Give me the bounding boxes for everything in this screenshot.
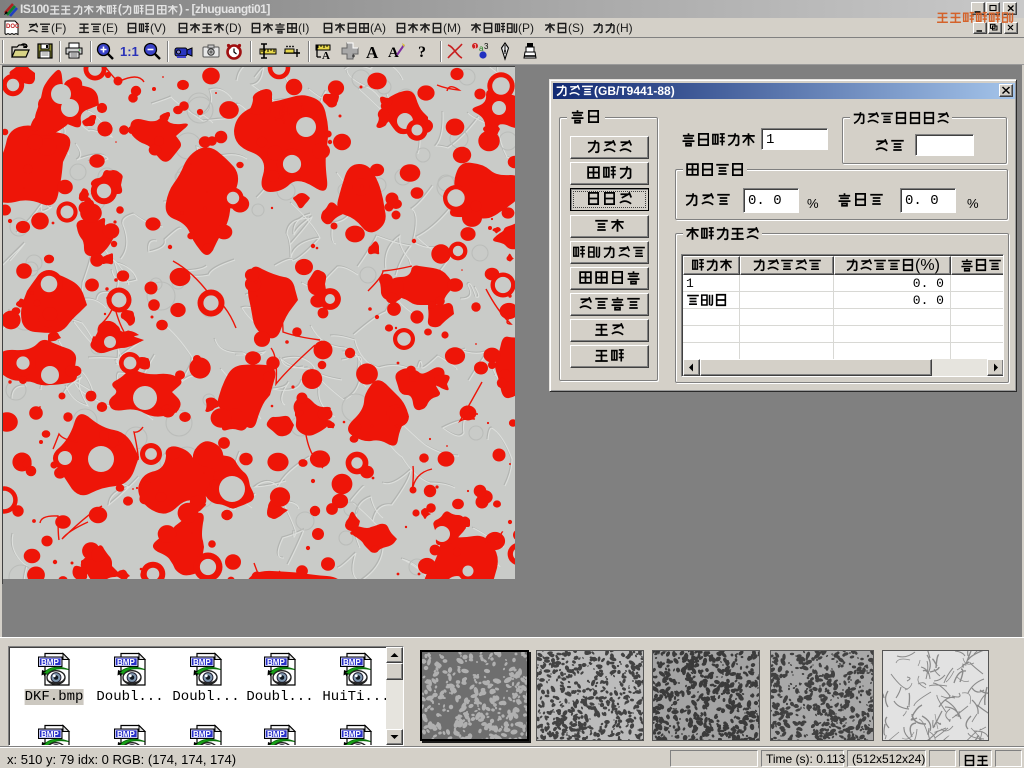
svg-text:BMP: BMP — [343, 658, 361, 667]
svg-text:BMP: BMP — [193, 730, 211, 739]
svg-text:?: ? — [418, 44, 426, 61]
svg-text:DOC: DOC — [6, 24, 19, 30]
svg-text:A: A — [322, 50, 330, 61]
svg-text:BMP: BMP — [117, 658, 135, 667]
svg-text:3: 3 — [484, 42, 489, 51]
svg-text:A: A — [366, 43, 379, 61]
svg-text:1:1: 1:1 — [120, 44, 139, 59]
svg-text:BMP: BMP — [41, 730, 59, 739]
svg-text:BMP: BMP — [193, 658, 211, 667]
svg-text:BMP: BMP — [267, 658, 285, 667]
svg-text:BMP: BMP — [343, 730, 361, 739]
svg-text:BMP: BMP — [117, 730, 135, 739]
svg-text:BMP: BMP — [41, 658, 59, 667]
svg-text:BMP: BMP — [267, 730, 285, 739]
